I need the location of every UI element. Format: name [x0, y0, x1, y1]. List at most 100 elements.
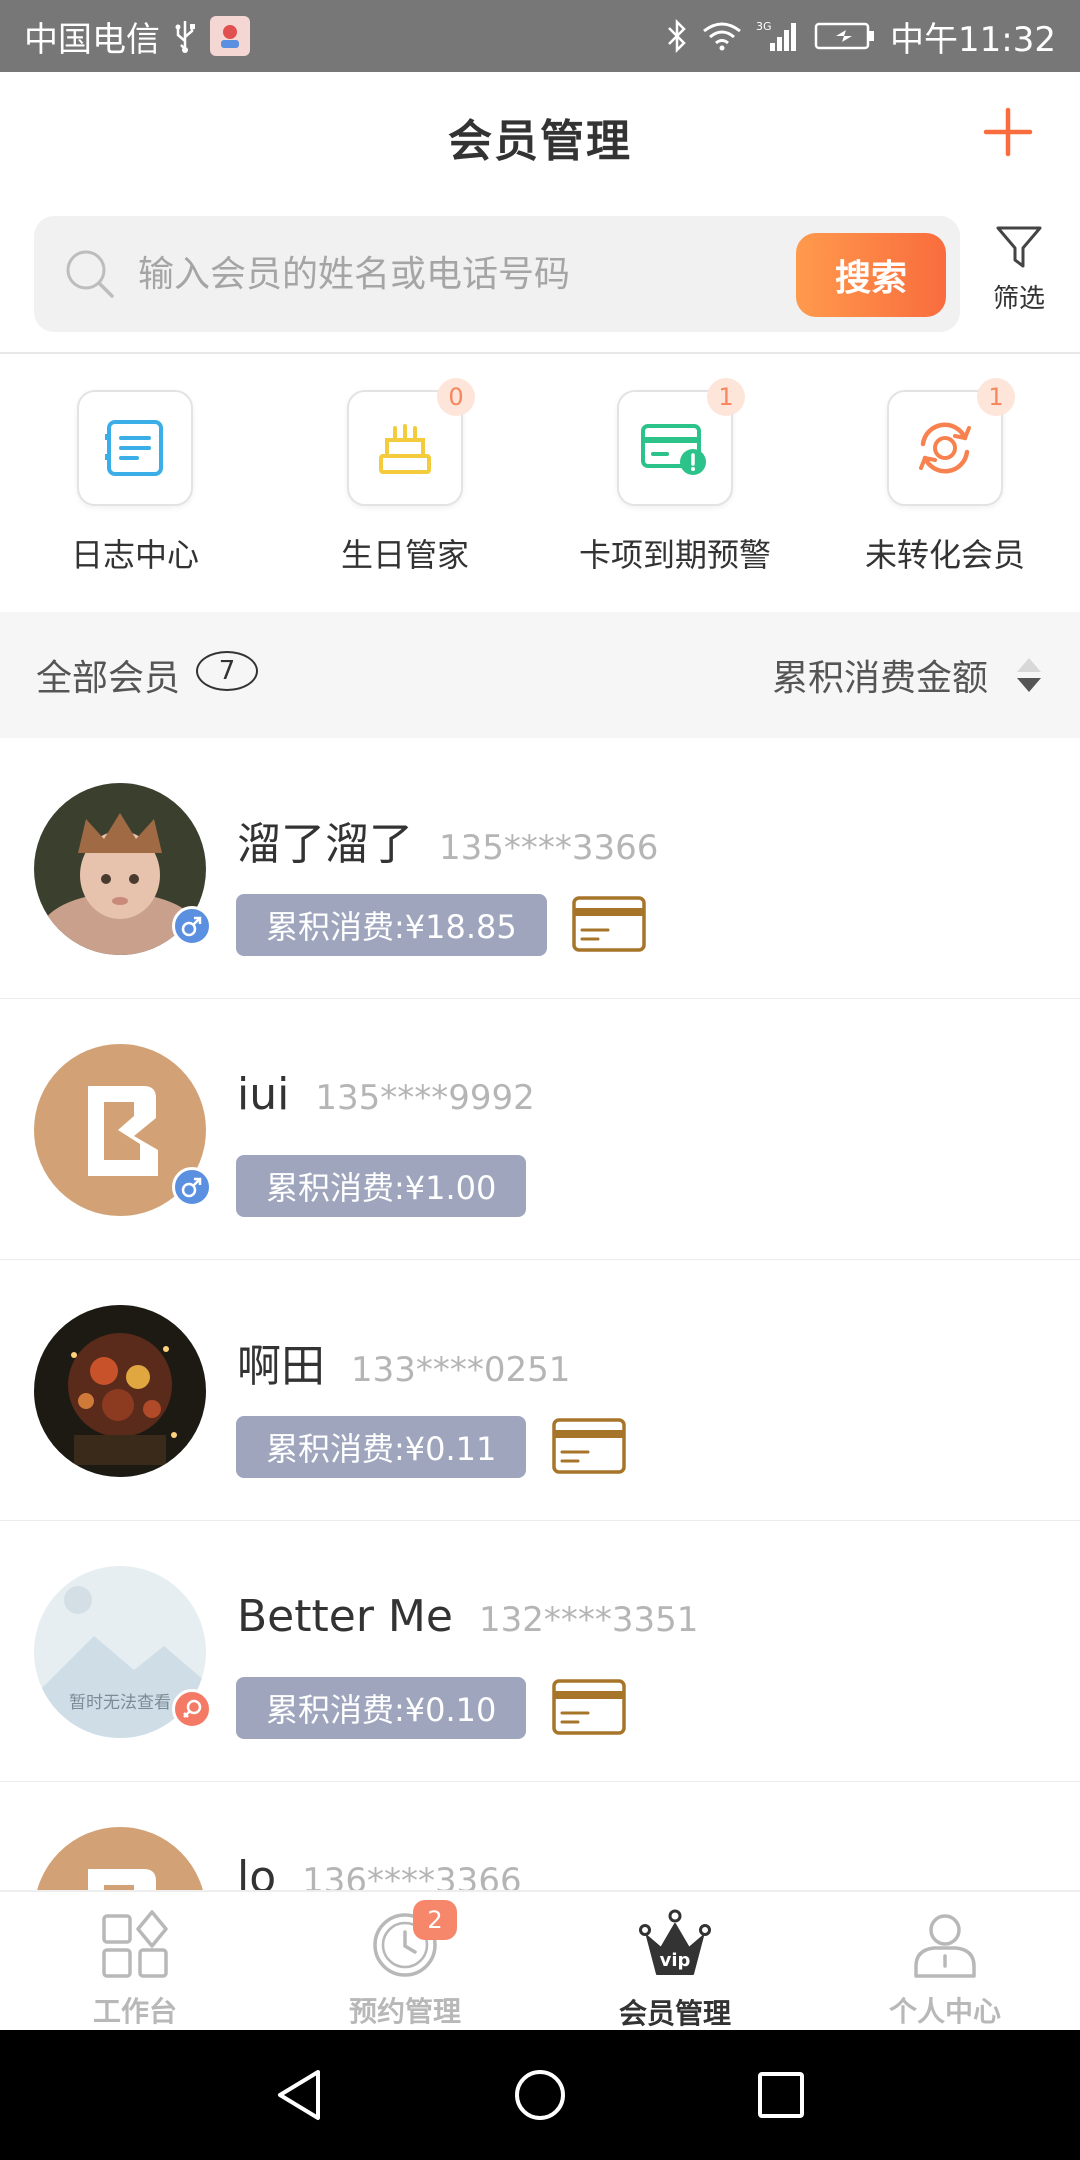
- member-name-line: iui 135****9992: [237, 1069, 535, 1120]
- clock-icon: 2: [367, 1900, 457, 1982]
- search-input[interactable]: [138, 253, 778, 295]
- page-header: 会员管理: [0, 72, 1080, 202]
- member-phone: 133****0251: [351, 1350, 571, 1390]
- spend-tag: 累积消费:¥0.11: [236, 1416, 527, 1478]
- member-phone: 135****3366: [439, 828, 659, 868]
- member-name-line: 溜了溜了 135****3366: [237, 808, 658, 872]
- member-card-icon[interactable]: [552, 1679, 626, 1735]
- bluetooth-icon: [666, 19, 688, 53]
- battery-icon: [814, 21, 876, 51]
- wifi-icon: [702, 21, 742, 51]
- sort-control[interactable]: 累积消费金额: [772, 649, 1044, 701]
- member-row[interactable]: 啊田 133****0251 累积消费:¥0.11: [0, 1260, 1080, 1521]
- nav-item-appointments[interactable]: 2 预约管理: [270, 1892, 540, 2030]
- convert-icon: [919, 422, 971, 474]
- member-row[interactable]: lo 136****3366: [0, 1782, 1080, 1890]
- all-members-label: 全部会员: [36, 658, 181, 699]
- male-badge: [172, 906, 212, 946]
- spend-tag: 累积消费:¥1.00: [236, 1155, 527, 1217]
- filter-icon: [996, 226, 1042, 268]
- search-row: 搜索 筛选: [0, 216, 1080, 334]
- female-badge: [172, 1689, 212, 1729]
- quick-entry-label: 未转化会员: [864, 536, 1025, 574]
- quick-entry-log-center[interactable]: 日志中心: [0, 354, 270, 612]
- member-phone: 136****3366: [302, 1861, 522, 1890]
- quick-entry-birthday[interactable]: 0 生日管家: [270, 354, 540, 612]
- quick-entry-badge: 1: [977, 378, 1015, 416]
- back-icon[interactable]: [274, 2068, 324, 2122]
- spend-tag: 累积消费:¥18.85: [236, 894, 547, 956]
- quick-entry-unconverted[interactable]: 1 未转化会员: [810, 354, 1080, 612]
- carrier-label: 中国电信: [24, 19, 160, 60]
- nav-item-members[interactable]: vip 会员管理: [540, 1892, 810, 2030]
- member-name: lo: [237, 1852, 277, 1890]
- nav-label: 个人中心: [888, 1995, 1001, 2028]
- avatar: [34, 1305, 206, 1477]
- member-name-line: Better Me 132****3351: [237, 1591, 698, 1642]
- member-phone: 132****3351: [478, 1600, 699, 1640]
- member-list: 溜了溜了 135****3366 累积消费:¥18.85 iui 135****99…: [0, 738, 1080, 1890]
- male-badge: [172, 1167, 212, 1207]
- svg-text:vip: vip: [660, 1950, 691, 1971]
- usb-icon: [172, 19, 198, 53]
- add-member-button[interactable]: [976, 100, 1040, 164]
- quick-entry-icon-box: 1: [887, 378, 1015, 506]
- log-icon: [105, 420, 163, 476]
- nav-label: 预约管理: [348, 1995, 461, 2028]
- member-name: 溜了溜了: [237, 819, 413, 870]
- svg-text:3G: 3G: [756, 20, 772, 33]
- quick-entry-badge: 1: [707, 378, 745, 416]
- system-navigation-bar: [0, 2030, 1080, 2160]
- card-warning-icon: [641, 424, 706, 475]
- page-title: 会员管理: [448, 116, 632, 167]
- vip-crown-icon: vip: [637, 1908, 713, 1984]
- member-name: Better Me: [237, 1591, 453, 1642]
- plus-icon: [983, 107, 1033, 157]
- member-phone: 135****9992: [315, 1078, 535, 1118]
- sort-icon: [1017, 658, 1041, 692]
- quick-entry-label: 生日管家: [340, 536, 469, 574]
- quick-entry-label: 日志中心: [70, 536, 199, 574]
- status-bar: 中国电信 3G 中午11:32: [0, 0, 1080, 72]
- quick-entry-row: 日志中心 0 生日管家 1 卡项到期预警 1 未转化会员: [0, 354, 1080, 612]
- workbench-icon: [97, 1908, 173, 1982]
- member-name: iui: [237, 1069, 290, 1120]
- nav-label: 会员管理: [618, 1997, 731, 2030]
- quick-entry-icon-box: 1: [617, 378, 745, 506]
- nav-item-profile[interactable]: 个人中心: [810, 1892, 1080, 2030]
- quick-entry-icon-box: [77, 390, 193, 506]
- app-notification-icon: [210, 16, 250, 56]
- member-card-icon[interactable]: [572, 896, 646, 952]
- search-button[interactable]: 搜索: [796, 233, 946, 317]
- member-row[interactable]: 暂时无法查看 Better Me 132****3351 累积消费:¥0.10: [0, 1521, 1080, 1782]
- search-icon: [66, 250, 114, 298]
- sort-label: 累积消费金额: [771, 658, 988, 699]
- nav-badge: 2: [413, 1900, 457, 1940]
- recent-apps-icon[interactable]: [756, 2070, 806, 2120]
- member-card-icon[interactable]: [552, 1418, 626, 1474]
- nav-item-workbench[interactable]: 工作台: [0, 1892, 270, 2030]
- member-row[interactable]: 溜了溜了 135****3366 累积消费:¥18.85: [0, 738, 1080, 999]
- filter-label: 筛选: [992, 284, 1045, 314]
- spend-tag: 累积消费:¥0.10: [236, 1677, 527, 1739]
- member-name: 啊田: [237, 1341, 325, 1392]
- quick-entry-badge: 0: [437, 378, 475, 416]
- male-icon: [181, 1177, 202, 1198]
- male-icon: [181, 916, 202, 937]
- member-name-line: lo 136****3366: [237, 1852, 522, 1890]
- nav-label: 工作台: [92, 1995, 177, 2028]
- bottom-navigation: 工作台 2 预约管理 vip 会员管理 个人中心: [0, 1890, 1080, 2030]
- member-name-line: 啊田 133****0251: [237, 1330, 570, 1394]
- female-icon: [183, 1699, 202, 1718]
- search-box: 搜索: [34, 216, 960, 332]
- avatar-placeholder-text: 暂时无法查看: [69, 1693, 171, 1713]
- quick-entry-label: 卡项到期预警: [578, 536, 771, 574]
- member-list-header: 全部会员 7 累积消费金额: [0, 612, 1080, 738]
- quick-entry-card-expiry[interactable]: 1 卡项到期预警: [540, 354, 810, 612]
- home-icon[interactable]: [513, 2068, 567, 2122]
- member-count-badge: 7: [196, 651, 259, 691]
- filter-button[interactable]: 筛选: [982, 222, 1056, 332]
- person-icon: [907, 1908, 983, 1982]
- member-row[interactable]: iui 135****9992 累积消费:¥1.00: [0, 999, 1080, 1260]
- quick-entry-icon-box: 0: [347, 378, 475, 506]
